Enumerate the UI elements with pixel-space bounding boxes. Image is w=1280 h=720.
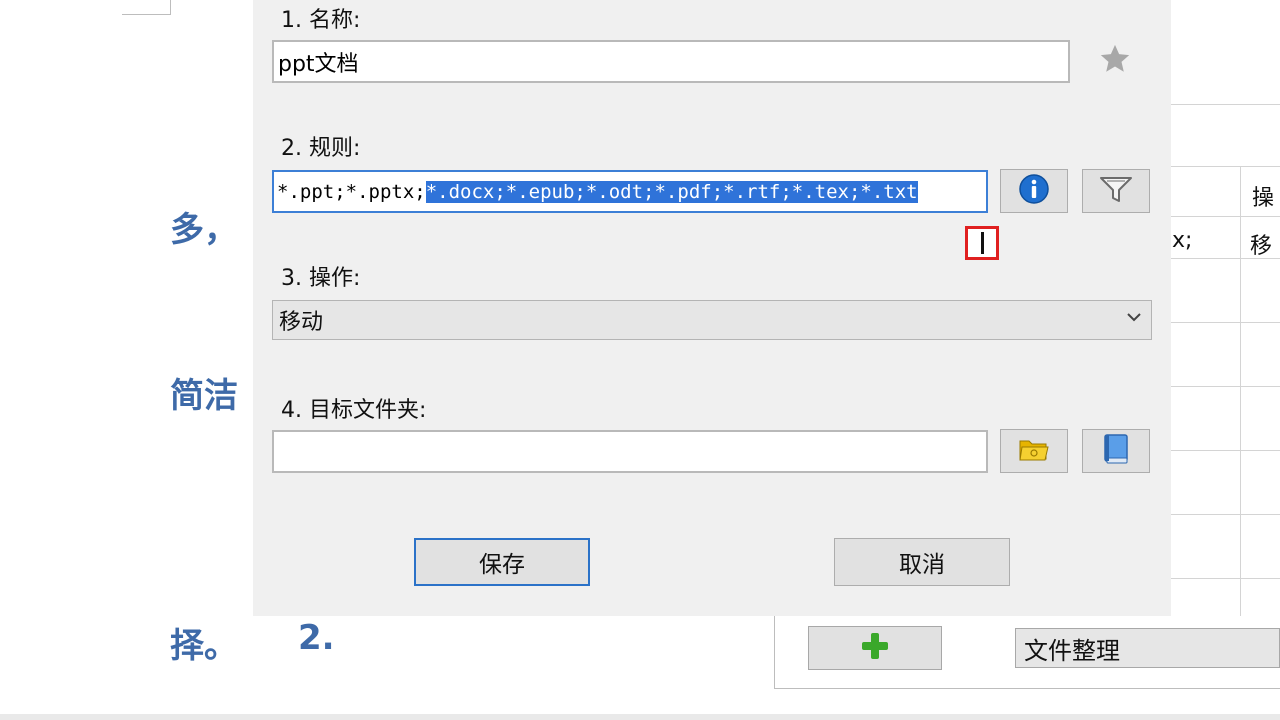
text-cursor <box>980 232 984 254</box>
target-folder-input[interactable] <box>272 430 988 473</box>
doc-text-number: 2. <box>298 618 335 658</box>
bg-divider <box>1170 104 1280 105</box>
name-input[interactable]: ppt文档 <box>272 40 1070 83</box>
taskbar-strip <box>0 714 1280 720</box>
doc-text-line-1: 多， <box>170 210 238 250</box>
rule-text-unselected: *.ppt;*.pptx; <box>277 180 426 203</box>
rule-label: 2. 规则: <box>281 136 361 161</box>
rule-text-selected: *.docx;*.epub;*.odt;*.pdf;*.rtf;*.tex;*.… <box>425 180 918 203</box>
save-button[interactable]: 保存 <box>414 538 590 586</box>
bg-table-row-line <box>1170 578 1280 579</box>
doc-text-line-2: 简洁 <box>170 376 238 416</box>
book-icon <box>1101 433 1131 469</box>
bg-table-col-line <box>1240 166 1241 616</box>
filter-icon <box>1099 174 1133 208</box>
action-select[interactable]: 移动 <box>272 300 1152 340</box>
cursor-highlight-marker <box>965 226 999 260</box>
doc-text-line-3: 择。 <box>170 626 238 666</box>
bg-table-top <box>1170 166 1280 167</box>
info-button[interactable] <box>1000 169 1068 213</box>
cancel-button[interactable]: 取消 <box>834 538 1010 586</box>
folder-icon <box>1018 435 1050 467</box>
chevron-down-icon <box>1125 307 1143 331</box>
open-folder-button[interactable] <box>1082 429 1150 473</box>
bg-table-row-line <box>1170 322 1280 323</box>
plus-icon <box>860 631 890 665</box>
bg-table-cell-action: 移 <box>1250 234 1273 259</box>
name-input-value: ppt文档 <box>278 51 359 77</box>
rule-edit-dialog: 1. 名称: ppt文档 2. 规则: *.ppt;*.pptx; *.docx;… <box>253 0 1171 616</box>
group-select[interactable]: 文件整理 <box>1015 628 1280 668</box>
action-select-value: 移动 <box>279 310 324 335</box>
rule-input[interactable]: *.ppt;*.pptx; *.docx;*.epub;*.odt;*.pdf;*… <box>272 170 988 213</box>
star-icon[interactable] <box>1098 42 1132 80</box>
document-page-corner <box>122 0 171 15</box>
action-label: 3. 操作: <box>281 266 361 291</box>
browse-folder-button[interactable] <box>1000 429 1068 473</box>
add-rule-button[interactable] <box>808 626 942 670</box>
group-select-value: 文件整理 <box>1024 636 1120 665</box>
bg-table-row-line <box>1170 514 1280 515</box>
bg-table-header-action: 操 <box>1252 186 1275 211</box>
target-folder-label: 4. 目标文件夹: <box>281 398 427 423</box>
bg-table-cell-rule: x; <box>1172 228 1193 253</box>
bg-table-header-bottom <box>1170 216 1280 217</box>
info-icon <box>1018 173 1050 209</box>
filter-button[interactable] <box>1082 169 1150 213</box>
bg-table-row-line <box>1170 450 1280 451</box>
name-label: 1. 名称: <box>281 8 361 33</box>
bg-table-row-line <box>1170 386 1280 387</box>
